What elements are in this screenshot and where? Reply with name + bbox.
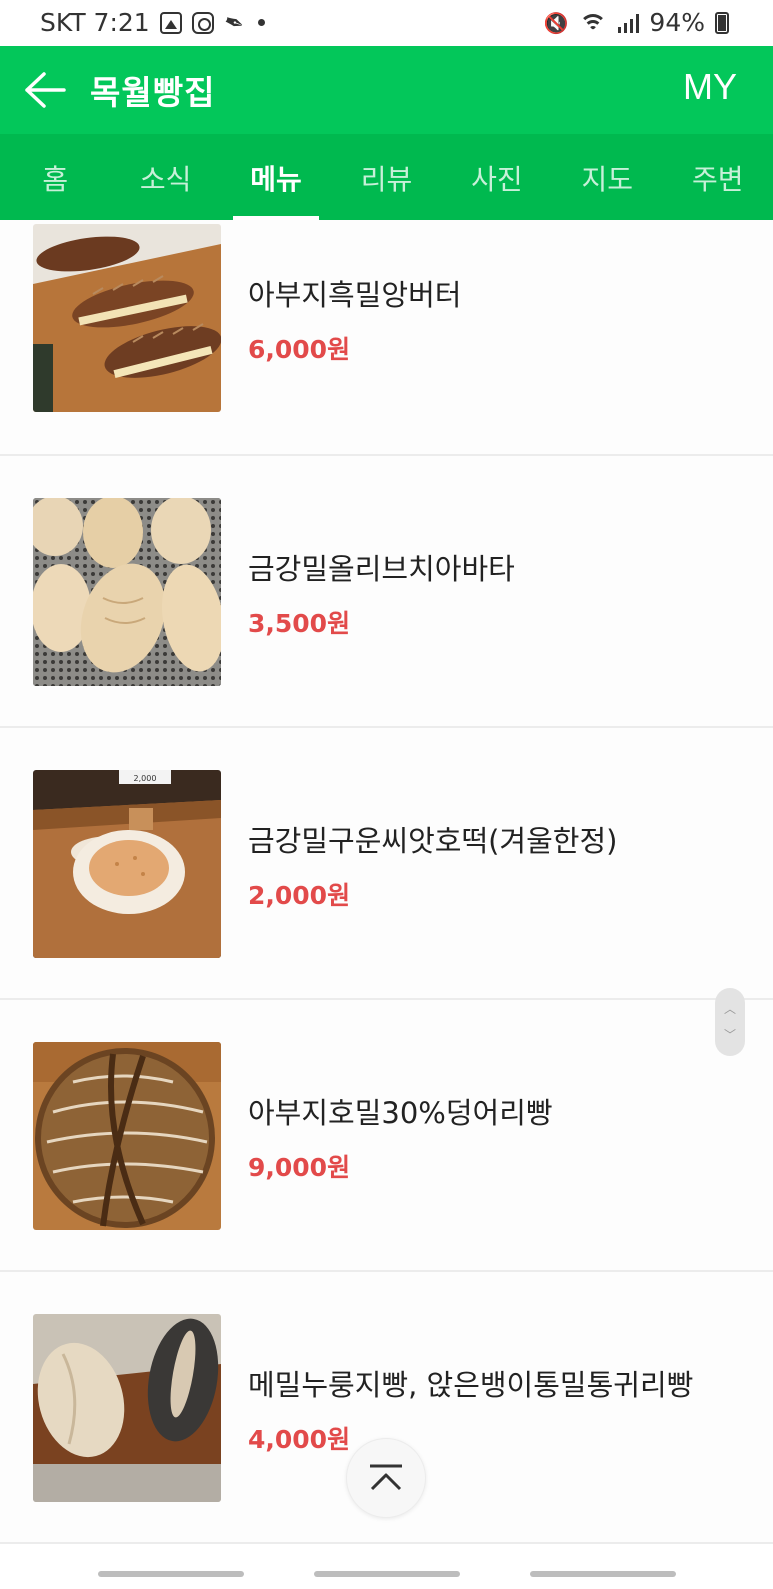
tab-bar: 홈 소식 메뉴 리뷰 사진 지도 주변 xyxy=(0,134,773,220)
battery-percent: 94% xyxy=(649,8,705,37)
menu-item-price: 3,500원 xyxy=(248,609,351,638)
menu-item-name: 메밀누룽지빵, 앉은뱅이통밀통귀리빵 xyxy=(248,1368,694,1402)
battery-charging-icon xyxy=(715,11,729,34)
chevron-up-icon: ︿ xyxy=(723,1002,736,1016)
back-arrow-icon xyxy=(25,72,66,108)
nav-home-button[interactable] xyxy=(314,1571,460,1577)
gallery-notification-icon xyxy=(159,11,182,34)
fast-scroll-handle[interactable]: ︿ ﹀ xyxy=(715,988,745,1056)
my-button[interactable]: MY xyxy=(683,66,737,108)
menu-list: 아부지흑밀앙버터 6,000원 금강밀올리브치아바타 3,500원 2,000 … xyxy=(0,220,773,1544)
chevron-down-icon: ﹀ xyxy=(723,1028,736,1042)
price-card-text: 2,000 xyxy=(134,774,157,783)
more-notifications-icon xyxy=(257,19,265,26)
menu-item-price: 9,000원 xyxy=(248,1153,351,1182)
nav-recents-button[interactable] xyxy=(98,1571,244,1577)
tab-news[interactable]: 소식 xyxy=(110,134,220,220)
signal-icon xyxy=(618,13,640,33)
nav-back-button[interactable] xyxy=(530,1571,676,1577)
menu-item-photo: 2,000 xyxy=(33,770,221,958)
system-navigation-bar xyxy=(0,1570,773,1589)
tab-home[interactable]: 홈 xyxy=(0,134,110,220)
tab-reviews[interactable]: 리뷰 xyxy=(331,134,441,220)
back-button[interactable] xyxy=(22,70,66,110)
tab-menu[interactable]: 메뉴 xyxy=(221,134,331,220)
tab-nearby[interactable]: 주변 xyxy=(663,134,773,220)
carrier-time: SKT 7:21 xyxy=(40,8,150,37)
menu-item-price: 4,000원 xyxy=(248,1425,351,1454)
menu-item-name: 아부지호밀30%덩어리빵 xyxy=(248,1096,553,1130)
tab-photos[interactable]: 사진 xyxy=(442,134,552,220)
status-bar: SKT 7:21 ✒ 🔇 94% xyxy=(0,0,773,46)
app-header: 목월빵집 MY xyxy=(0,46,773,134)
menu-item-name: 아부지흑밀앙버터 xyxy=(248,278,462,312)
menu-item-price: 6,000원 xyxy=(248,335,351,364)
mute-icon: 🔇 xyxy=(543,10,569,35)
menu-item[interactable]: 아부지호밀30%덩어리빵 9,000원 xyxy=(0,1000,773,1272)
menu-item[interactable]: 아부지흑밀앙버터 6,000원 xyxy=(0,220,773,456)
menu-item-photo xyxy=(33,498,221,686)
menu-item-name: 금강밀올리브치아바타 xyxy=(248,552,515,586)
menu-item-photo xyxy=(33,1042,221,1230)
menu-item[interactable]: 금강밀올리브치아바타 3,500원 xyxy=(0,456,773,728)
menu-item-price: 2,000원 xyxy=(248,881,351,910)
tab-map[interactable]: 지도 xyxy=(552,134,662,220)
camera-notification-icon xyxy=(191,11,214,34)
menu-item[interactable]: 2,000 금강밀구운씨앗호떡(겨울한정) 2,000원 xyxy=(0,728,773,1000)
page-title: 목월빵집 xyxy=(90,73,216,112)
wifi-icon xyxy=(578,12,608,34)
menu-item-name: 금강밀구운씨앗호떡(겨울한정) xyxy=(248,824,618,858)
menu-item-photo xyxy=(33,1314,221,1502)
scroll-to-top-icon xyxy=(370,1464,402,1491)
feather-notification-icon: ✒ xyxy=(219,5,248,40)
scroll-to-top-button[interactable] xyxy=(346,1438,426,1518)
menu-item-photo xyxy=(33,224,221,412)
